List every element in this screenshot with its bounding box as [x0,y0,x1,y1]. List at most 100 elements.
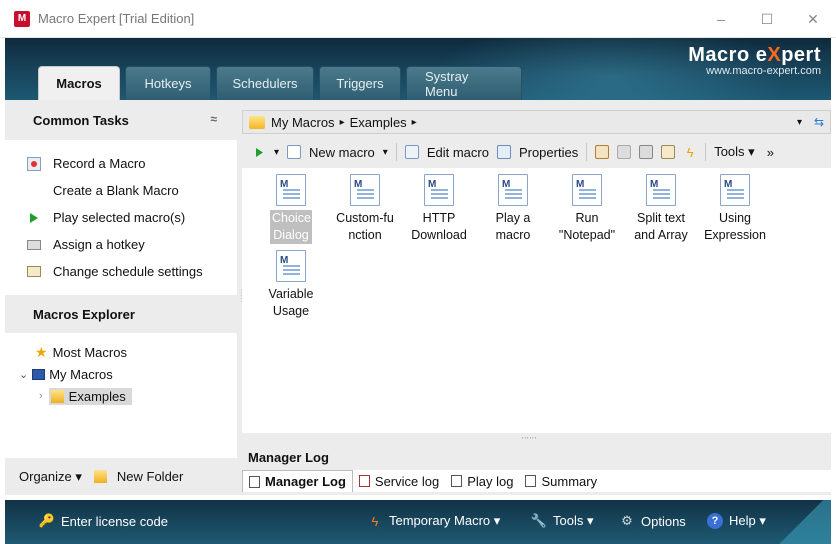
refresh-icon[interactable]: ⇆ [814,115,824,129]
chevron-right-icon[interactable]: › [39,390,43,402]
macro-file-icon [572,174,602,206]
macro-file-icon [498,174,528,206]
macros-explorer-header: Macros Explorer [5,295,237,333]
brand-name: Macro eXpert [688,44,821,67]
close-button[interactable]: ✕ [790,0,836,38]
collapse-icon[interactable]: ≈ [210,112,217,126]
app-logo-icon: M [14,10,30,27]
macro-label: Split text and Array [634,211,688,242]
tree-item-examples[interactable]: › Examples [5,385,237,407]
log-tab-summary[interactable]: Summary [519,470,603,492]
breadcrumb-examples[interactable]: Examples [350,115,407,130]
log-tab-label: Play log [467,473,514,489]
tools-button[interactable]: 🔧 Tools ▾ [531,513,594,529]
task-label: Play selected macro(s) [53,210,186,225]
task-label: Change schedule settings [53,264,203,279]
temporary-macro-button[interactable]: ϟ Temporary Macro ▾ [367,513,501,529]
macro-item[interactable]: Run "Notepad" [550,174,624,244]
macro-file-icon [276,250,306,282]
edit-macro-icon [404,145,419,159]
summary-icon [525,475,537,487]
calendar-icon [27,266,41,277]
minimize-button[interactable]: – [698,0,744,38]
options-button[interactable]: ⚙ Options [619,513,686,529]
task-assign-hotkey[interactable]: Assign a hotkey [5,231,237,258]
tab-schedulers[interactable]: Schedulers [216,66,314,100]
window-title: Macro Expert [Trial Edition] [38,11,195,26]
tree-item-my-macros[interactable]: ⌄ My Macros [5,363,237,385]
edit-macro-button[interactable]: Edit macro [427,145,489,160]
brand-name-part2: pert [781,44,821,66]
task-change-schedule[interactable]: Change schedule settings [5,258,237,285]
lock-icon[interactable] [617,145,632,159]
gear-icon: ⚙ [621,513,633,528]
log-tab-label: Manager Log [265,474,346,489]
tab-systray-menu[interactable]: Systray Menu [406,66,522,100]
options-label: Options [641,513,686,529]
checklist-icon[interactable] [595,145,610,159]
main-panel: My Macros ▸ Examples ▸ ▾ ⇆ ▾ New macro ▾… [242,100,831,495]
new-macro-dropdown-icon[interactable]: ▾ [383,147,388,158]
common-tasks-list: Record a Macro Create a Blank Macro Play… [5,140,237,285]
brand-logo: Macro eXpert www.macro-expert.com [688,44,821,77]
organize-menu[interactable]: Organize ▾ [19,469,82,485]
breadcrumb-separator[interactable]: ▸ [340,117,345,128]
address-bar[interactable]: My Macros ▸ Examples ▸ ▾ ⇆ [242,110,831,134]
log-tab-play[interactable]: Play log [445,470,519,492]
macro-item[interactable]: Variable Usage [254,250,328,320]
brand-name-part1: Macro e [688,44,768,66]
macro-item[interactable]: Custom-function [328,174,402,244]
macro-label: Variable Usage [268,287,314,318]
common-tasks-header[interactable]: Common Tasks ≈ [5,100,237,140]
star-icon: ★ [35,343,48,360]
macro-item[interactable]: Split text and Array [624,174,698,244]
help-button[interactable]: ? Help ▾ [707,513,766,529]
macro-item[interactable]: Play a macro [476,174,550,244]
log-splitter-grip[interactable]: '''''' [522,436,537,445]
enter-license-button[interactable]: 🔑 Enter license code [39,513,168,529]
macro-grid: Choice Dialog Custom-function HTTP Downl… [254,174,772,320]
macro-file-icon [646,174,676,206]
new-macro-button[interactable]: New macro [309,145,375,160]
tools-label: Tools ▾ [553,513,594,528]
breadcrumb-separator[interactable]: ▸ [412,117,417,128]
tools-menu-button[interactable]: Tools ▾ [714,144,755,160]
breadcrumb-my-macros[interactable]: My Macros [271,115,335,130]
task-create-blank-macro[interactable]: Create a Blank Macro [5,177,237,204]
task-record-macro[interactable]: Record a Macro [5,150,237,177]
maximize-button[interactable]: ☐ [744,0,790,38]
tree-item-most-macros[interactable]: ★ Most Macros [5,341,237,363]
tab-macros[interactable]: Macros [38,66,120,100]
more-button[interactable]: » [767,145,774,160]
task-play-selected[interactable]: Play selected macro(s) [5,204,237,231]
macro-item[interactable]: Using Expression [698,174,772,244]
macro-label: Custom-function [336,211,394,242]
address-dropdown-icon[interactable]: ▾ [797,117,802,128]
play-dropdown-icon[interactable]: ▾ [274,147,279,158]
tab-triggers[interactable]: Triggers [319,66,401,100]
task-label: Record a Macro [53,156,146,171]
chevron-down-icon[interactable]: ⌄ [19,368,28,381]
macros-tree: ★ Most Macros ⌄ My Macros › Examples [5,333,237,407]
play-icon[interactable] [252,145,266,159]
log-tab-label: Summary [541,473,598,489]
log-tab-manager[interactable]: Manager Log [242,470,353,492]
keyboard-icon[interactable] [639,145,654,159]
macro-label: Using Expression [704,211,766,242]
document-icon [249,475,260,488]
help-label: Help ▾ [729,513,766,528]
task-label: Assign a hotkey [53,237,145,252]
macro-label: Choice Dialog [270,210,312,244]
properties-button[interactable]: Properties [519,145,578,160]
monitor-icon [32,368,46,380]
macro-item[interactable]: Choice Dialog [254,174,328,244]
play-icon [27,211,41,225]
log-tab-service[interactable]: Service log [353,470,445,492]
tree-item-label: Examples [68,388,126,404]
calendar-icon[interactable] [661,145,676,159]
lightning-icon[interactable]: ϟ [683,145,697,160]
macro-item[interactable]: HTTP Download [402,174,476,244]
new-folder-button[interactable]: New Folder [117,469,183,484]
tab-hotkeys[interactable]: Hotkeys [125,66,211,100]
title-bar: M Macro Expert [Trial Edition] – ☐ ✕ [0,0,836,38]
